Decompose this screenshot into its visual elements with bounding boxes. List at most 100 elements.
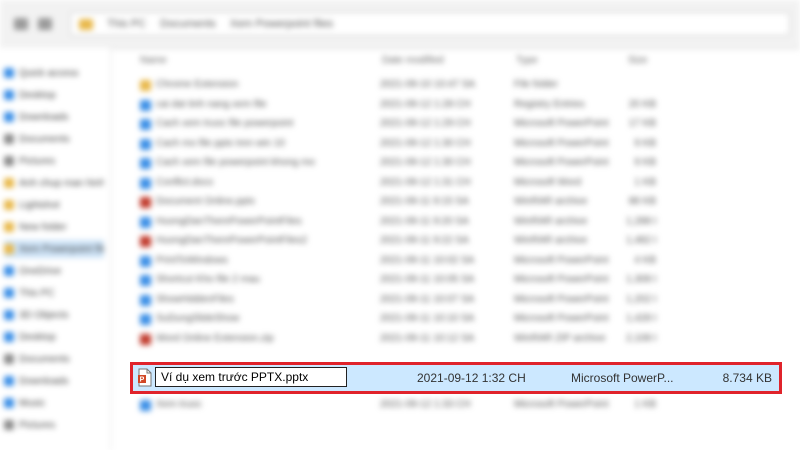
file-row[interactable]: Cach xem file powerpoint khong mo 2021-09…	[136, 154, 786, 172]
sidebar-item[interactable]: Pictures	[4, 416, 104, 434]
sidebar-item[interactable]: New folder	[4, 218, 104, 236]
file-size: 4 KB	[634, 254, 656, 266]
file-date: 2021-09-12 1:32 CH	[417, 371, 526, 385]
file-type: WinRAR archive	[514, 235, 588, 246]
file-icon	[140, 294, 151, 306]
rename-input[interactable]: Ví dụ xem trước PPTX.pptx	[155, 367, 347, 387]
svg-text:P: P	[140, 377, 145, 384]
file-row[interactable]: Shortcut Kho file 2 mau 2021-09-11 10:05 …	[136, 271, 786, 289]
file-size: 9 KB	[634, 157, 656, 168]
sidebar-item[interactable]: Desktop	[4, 328, 104, 346]
sidebar-item[interactable]: Music	[4, 394, 104, 412]
column-size[interactable]: Size	[628, 55, 647, 66]
file-date: 2021-09-12 1:31 CH	[380, 176, 471, 188]
sidebar-item[interactable]: Lightshot	[4, 196, 104, 214]
file-size: 8.734 KB	[722, 371, 772, 385]
file-name: HuongDanThemPowerPointFiles	[156, 215, 302, 227]
file-row[interactable]: Xem truoc 2021-09-12 1:33 CH Microsoft Pow…	[136, 396, 786, 414]
file-icon	[140, 177, 151, 189]
file-name: Chrome Extension	[156, 79, 239, 90]
file-size: 9 KB	[634, 137, 656, 149]
sidebar-item-label: Downloads	[19, 111, 69, 123]
navigation-pane: Quick access Desktop Downloads Documents Pic…	[0, 48, 111, 450]
sidebar-item-label: Pictures	[19, 155, 56, 167]
sidebar-item[interactable]: Anh chup man hinh	[4, 174, 104, 192]
file-row[interactable]: Word Online Extension.zip 2021-09-11 10:1…	[136, 330, 786, 348]
file-size: 1,288 KB	[626, 215, 656, 227]
sidebar-item[interactable]: Pictures	[4, 152, 104, 170]
selected-file-row[interactable]: P Ví dụ xem trước PPTX.pptx 2021-09-12 1…	[133, 365, 779, 391]
navigation-bar: This PC Documents Xem Powerpoint files	[0, 0, 800, 49]
file-size: 2,108 KB	[626, 332, 656, 344]
folder-icon	[79, 18, 93, 30]
sidebar-item[interactable]: Xem Powerpoint files	[4, 240, 104, 258]
file-row[interactable]: Chrome Extension 2021-09-10 10:47 SA File …	[136, 76, 786, 94]
sidebar-item-icon	[4, 90, 14, 100]
address-bar[interactable]: This PC Documents Xem Powerpoint files	[70, 12, 790, 36]
file-row[interactable]: Conflict.docx 2021-09-12 1:31 CH Microsoft…	[136, 174, 786, 192]
file-row[interactable]: PrintToWindows 2021-09-11 10:02 SA Microso…	[136, 252, 786, 270]
file-size: 1 KB	[634, 176, 656, 188]
column-name[interactable]: Name	[140, 55, 167, 66]
sidebar-item[interactable]: Downloads	[4, 372, 104, 390]
file-name: Xem truoc	[156, 399, 202, 410]
file-icon	[140, 99, 151, 111]
back-icon[interactable]	[14, 18, 28, 30]
file-row[interactable]: Cach xem truoc file powerpoint 2021-09-12…	[136, 115, 786, 133]
file-icon	[140, 333, 151, 345]
sidebar-item-icon	[4, 376, 14, 386]
file-type: WinRAR ZIP archive	[514, 332, 606, 344]
file-name: Word Online Extension.zip	[156, 332, 274, 344]
column-date[interactable]: Date modified	[382, 55, 444, 66]
sidebar-item[interactable]: Desktop	[4, 86, 104, 104]
file-icon	[140, 236, 151, 247]
powerpoint-file-icon: P	[138, 368, 152, 387]
file-size: 1,202 KB	[626, 293, 656, 305]
sidebar-item[interactable]: Downloads	[4, 108, 104, 126]
sidebar-item-icon	[4, 200, 14, 210]
file-row[interactable]: HuongDanThemPowerPointFiles 2021-09-11 9:…	[136, 213, 786, 231]
column-type[interactable]: Type	[516, 55, 538, 66]
file-date: 2021-09-11 9:22 SA	[380, 235, 469, 246]
sidebar-item[interactable]: This PC	[4, 284, 104, 302]
file-name: Cach xem file powerpoint khong mo	[156, 157, 315, 168]
sidebar-item-label: Downloads	[19, 375, 69, 387]
address-part[interactable]: Xem Powerpoint files	[230, 18, 333, 30]
sidebar-item-label: New folder	[19, 221, 67, 233]
sidebar-item[interactable]: OneDrive	[4, 262, 104, 280]
file-icon	[140, 314, 151, 325]
file-type: Microsoft PowerPoint	[514, 293, 609, 305]
sidebar-item-icon	[4, 134, 14, 144]
file-date: 2021-09-11 10:05 SA	[380, 274, 475, 285]
file-date: 2021-09-12 1:30 CH	[380, 137, 471, 149]
sidebar-item[interactable]: Documents	[4, 350, 104, 368]
file-row[interactable]: cai dat tinh nang xem file 2021-09-12 1:2…	[136, 96, 786, 114]
file-size: 88 KB	[628, 196, 656, 207]
sidebar-item[interactable]: 3D Objects	[4, 306, 104, 324]
file-type: Microsoft PowerPoint	[514, 313, 609, 324]
sidebar-item-icon	[4, 156, 14, 166]
file-name: Shortcut Kho file 2 mau	[156, 274, 260, 285]
file-name: cai dat tinh nang xem file	[156, 98, 267, 110]
file-row[interactable]: Cach mo file pptx tren win 10 2021-09-12 …	[136, 135, 786, 153]
file-icon	[140, 158, 151, 169]
address-part[interactable]: Documents	[160, 18, 216, 30]
forward-icon[interactable]	[38, 18, 52, 30]
file-date: 2021-09-10 10:47 SA	[380, 79, 476, 90]
file-row[interactable]: Document Online.pptx 2021-09-11 9:15 SA Wi…	[136, 193, 786, 211]
address-part[interactable]: This PC	[107, 18, 146, 30]
sidebar-item[interactable]: Quick access	[4, 64, 104, 82]
sidebar-item-label: Xem Powerpoint files	[19, 243, 104, 255]
file-date: 2021-09-11 9:20 SA	[380, 215, 469, 227]
file-name: Cach mo file pptx tren win 10	[156, 137, 285, 149]
file-type: File folder	[514, 79, 558, 90]
file-row[interactable]: ShowHiddenFiles 2021-09-11 10:07 SA Micros…	[136, 291, 786, 309]
sidebar-item[interactable]: Documents	[4, 130, 104, 148]
file-date: 2021-09-11 10:12 SA	[380, 332, 475, 344]
file-date: 2021-09-11 10:10 SA	[380, 313, 475, 324]
file-icon	[140, 138, 151, 150]
file-row[interactable]: SuDungSlideShow 2021-09-11 10:10 SA Micros…	[136, 310, 786, 328]
file-type: Microsoft PowerPoint	[514, 157, 609, 168]
file-row[interactable]: HuongDanThemPowerPointFiles2 2021-09-11 9…	[136, 232, 786, 250]
sidebar-item-label: Documents	[19, 353, 70, 365]
